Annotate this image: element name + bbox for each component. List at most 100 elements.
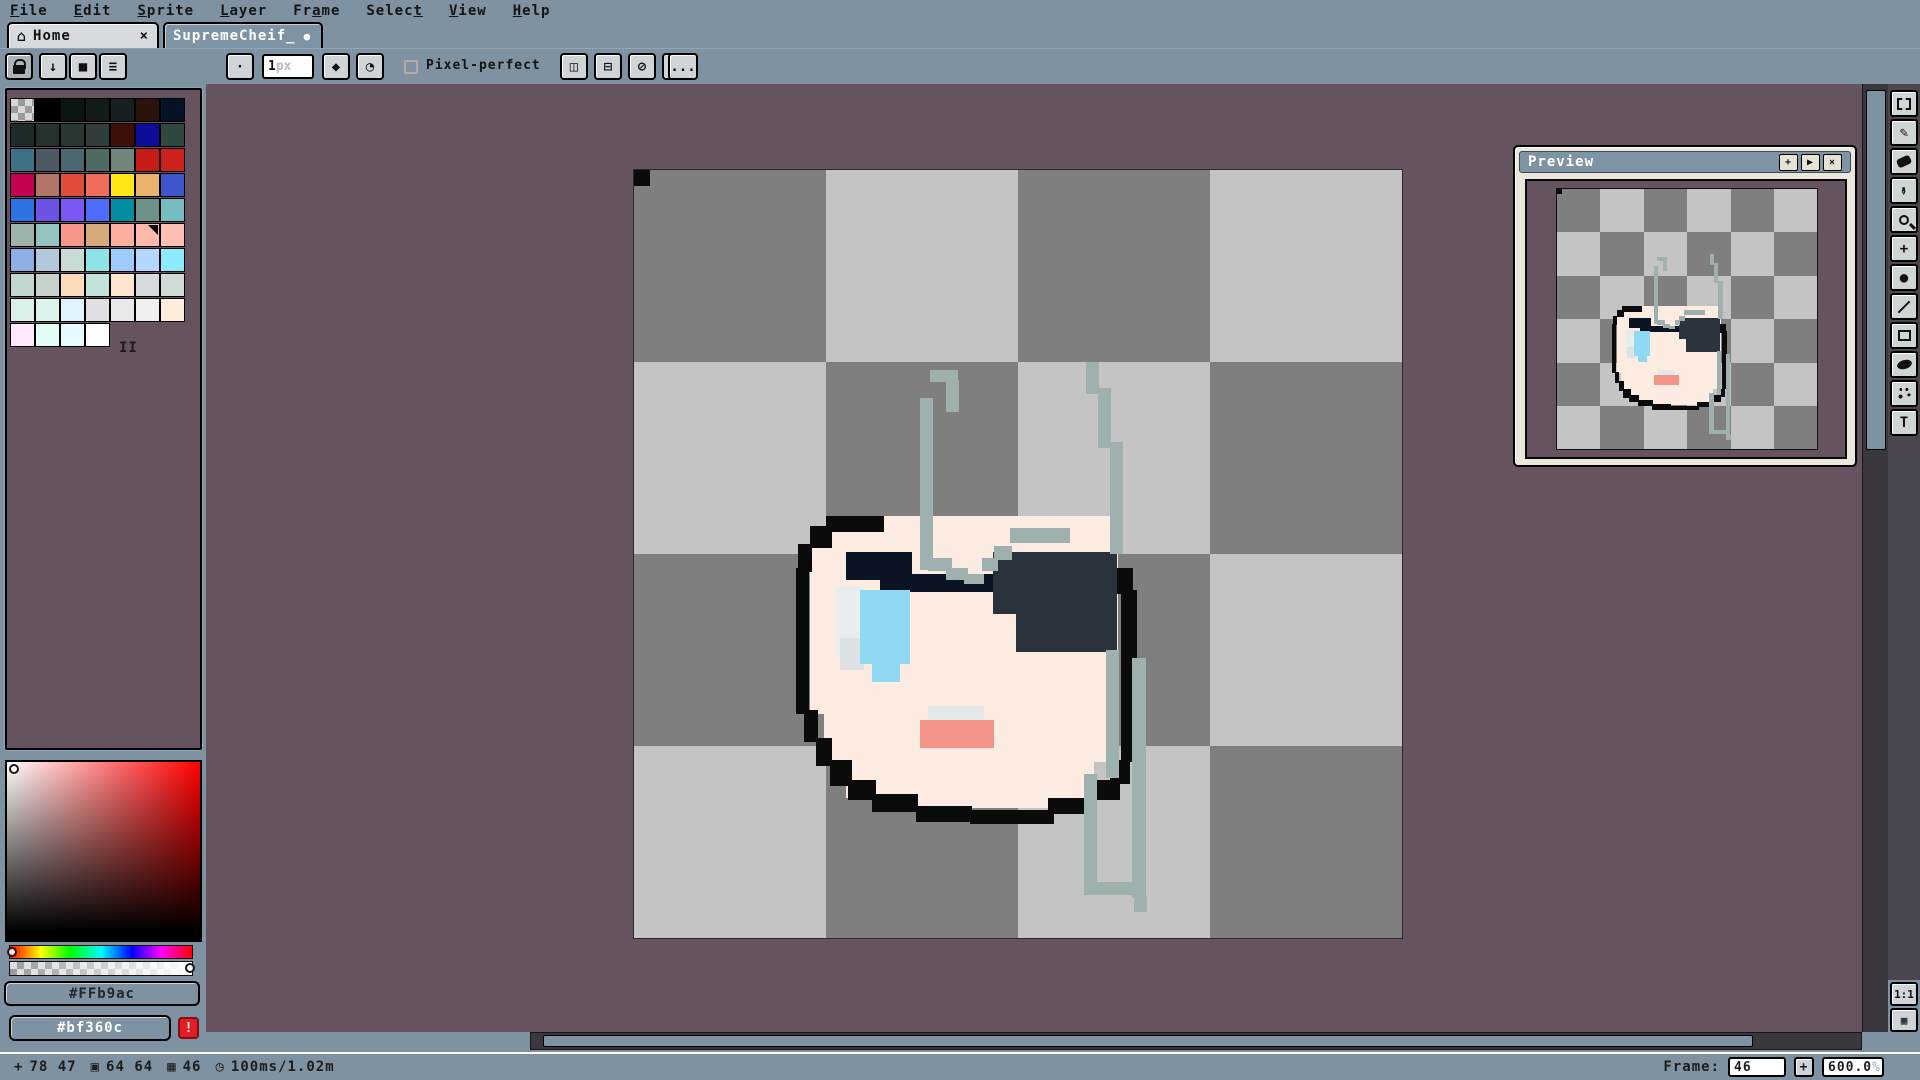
menu-sprite[interactable]: Sprite bbox=[137, 3, 194, 19]
palette-resize-handle[interactable]: II bbox=[119, 340, 138, 356]
palette-color[interactable] bbox=[35, 323, 60, 347]
palette-color[interactable] bbox=[35, 298, 60, 322]
palette-color[interactable] bbox=[160, 198, 185, 222]
palette-color[interactable] bbox=[110, 248, 135, 272]
palette-color[interactable] bbox=[60, 98, 85, 122]
zoom-tool[interactable] bbox=[1890, 206, 1918, 233]
pixel-perfect-checkbox[interactable] bbox=[404, 60, 418, 74]
palette-color[interactable] bbox=[85, 123, 110, 147]
palette-color[interactable] bbox=[35, 248, 60, 272]
palette-color[interactable] bbox=[60, 123, 85, 147]
palette-color[interactable] bbox=[135, 123, 160, 147]
color-picker-gradient[interactable] bbox=[5, 760, 202, 942]
ink-button[interactable]: ◆ bbox=[322, 53, 350, 80]
alpha-slider[interactable] bbox=[9, 961, 193, 976]
text-tool[interactable]: T bbox=[1890, 409, 1918, 436]
palette-color[interactable] bbox=[10, 273, 35, 297]
palette-color[interactable] bbox=[10, 123, 35, 147]
frame-number-input[interactable]: 46 bbox=[1728, 1057, 1786, 1077]
zoom-1-1-button[interactable]: 1:1 bbox=[1890, 982, 1918, 1006]
palette-color[interactable] bbox=[110, 123, 135, 147]
dynamics-button[interactable]: ◔ bbox=[356, 53, 384, 80]
rectangle-tool[interactable] bbox=[1890, 322, 1918, 349]
palette-color[interactable] bbox=[10, 173, 35, 197]
palette-color[interactable] bbox=[160, 298, 185, 322]
palette-color[interactable] bbox=[60, 248, 85, 272]
palette-color[interactable] bbox=[85, 223, 110, 247]
palette-color[interactable] bbox=[10, 248, 35, 272]
fill-mode-button[interactable]: ■ bbox=[69, 53, 97, 80]
preview-center-button[interactable]: + bbox=[1779, 154, 1798, 171]
palette-color[interactable] bbox=[135, 198, 160, 222]
palette-color[interactable] bbox=[35, 273, 60, 297]
palette-color[interactable] bbox=[10, 298, 35, 322]
color-warning-icon[interactable]: ! bbox=[178, 1017, 199, 1039]
palette-color[interactable] bbox=[60, 223, 85, 247]
rectangular-marquee-tool[interactable] bbox=[1890, 90, 1918, 117]
tab-home[interactable]: ⌂ Home × bbox=[7, 22, 159, 48]
horizontal-scrollbar-thumb[interactable] bbox=[543, 1035, 1753, 1047]
preview-play-button[interactable]: ▶ bbox=[1801, 154, 1820, 171]
options-menu-button[interactable]: ≡ bbox=[99, 53, 127, 80]
palette-color[interactable] bbox=[35, 98, 60, 122]
palette-color[interactable] bbox=[60, 148, 85, 172]
lock-button[interactable] bbox=[5, 53, 33, 80]
symmetry-more-button[interactable]: ... bbox=[668, 53, 698, 80]
hue-slider[interactable] bbox=[9, 945, 193, 959]
palette-color[interactable] bbox=[160, 223, 185, 247]
line-tool[interactable] bbox=[1890, 293, 1918, 320]
palette-color[interactable] bbox=[60, 173, 85, 197]
palette-color[interactable] bbox=[110, 223, 135, 247]
pencil-tool[interactable]: ✎ bbox=[1890, 119, 1918, 146]
palette-color[interactable] bbox=[135, 248, 160, 272]
menu-layer[interactable]: Layer bbox=[220, 3, 267, 19]
palette-color[interactable] bbox=[60, 298, 85, 322]
palette-color[interactable] bbox=[60, 198, 85, 222]
eraser-tool[interactable] bbox=[1890, 148, 1918, 175]
brush-size-input[interactable]: 1px bbox=[262, 54, 314, 79]
palette-color[interactable] bbox=[85, 323, 110, 347]
palette-color[interactable] bbox=[160, 248, 185, 272]
palette-color[interactable] bbox=[85, 248, 110, 272]
palette-color[interactable] bbox=[110, 98, 135, 122]
palette-color[interactable] bbox=[10, 223, 35, 247]
palette-color[interactable] bbox=[110, 273, 135, 297]
menu-edit[interactable]: Edit bbox=[74, 3, 112, 19]
spray-tool[interactable] bbox=[1890, 380, 1918, 407]
contour-tool[interactable] bbox=[1890, 351, 1918, 378]
palette-color[interactable] bbox=[10, 323, 35, 347]
symmetry-button-1[interactable]: ⊟ bbox=[594, 53, 622, 80]
palette-color[interactable] bbox=[85, 273, 110, 297]
vertical-scrollbar[interactable] bbox=[1862, 84, 1888, 1032]
palette-color[interactable] bbox=[35, 123, 60, 147]
palette-color[interactable] bbox=[10, 148, 35, 172]
hue-marker[interactable] bbox=[7, 947, 17, 957]
paint-bucket-tool[interactable]: ● bbox=[1890, 264, 1918, 291]
palette-color[interactable] bbox=[135, 148, 160, 172]
palette-color[interactable] bbox=[135, 173, 160, 197]
drop-pixels-button[interactable]: ↓ bbox=[39, 53, 67, 80]
palette-color[interactable] bbox=[160, 98, 185, 122]
menu-file[interactable]: File bbox=[10, 3, 48, 19]
palette-color[interactable] bbox=[135, 98, 160, 122]
tab-document[interactable]: SupremeCheif_ ● bbox=[163, 22, 323, 48]
palette-color[interactable] bbox=[110, 148, 135, 172]
brush-shape-button[interactable]: · bbox=[226, 53, 254, 80]
menu-help[interactable]: Help bbox=[513, 3, 551, 19]
add-frame-button[interactable]: + bbox=[1794, 1057, 1814, 1077]
menu-frame[interactable]: Frame bbox=[293, 3, 340, 19]
symmetry-button-0[interactable]: ◫ bbox=[560, 53, 588, 80]
palette-color[interactable] bbox=[85, 298, 110, 322]
background-color-swatch[interactable]: #bf360c bbox=[9, 1015, 171, 1041]
palette-color[interactable] bbox=[110, 173, 135, 197]
palette-color[interactable] bbox=[110, 298, 135, 322]
palette-color[interactable] bbox=[135, 273, 160, 297]
preview-close-button[interactable]: × bbox=[1823, 154, 1842, 171]
palette-color[interactable] bbox=[160, 148, 185, 172]
palette-color[interactable] bbox=[60, 273, 85, 297]
horizontal-scrollbar[interactable] bbox=[530, 1032, 1862, 1050]
palette-color[interactable] bbox=[110, 198, 135, 222]
move-tool[interactable]: + bbox=[1890, 235, 1918, 262]
gradient-marker[interactable] bbox=[9, 764, 19, 774]
vertical-scrollbar-thumb[interactable] bbox=[1866, 90, 1886, 450]
